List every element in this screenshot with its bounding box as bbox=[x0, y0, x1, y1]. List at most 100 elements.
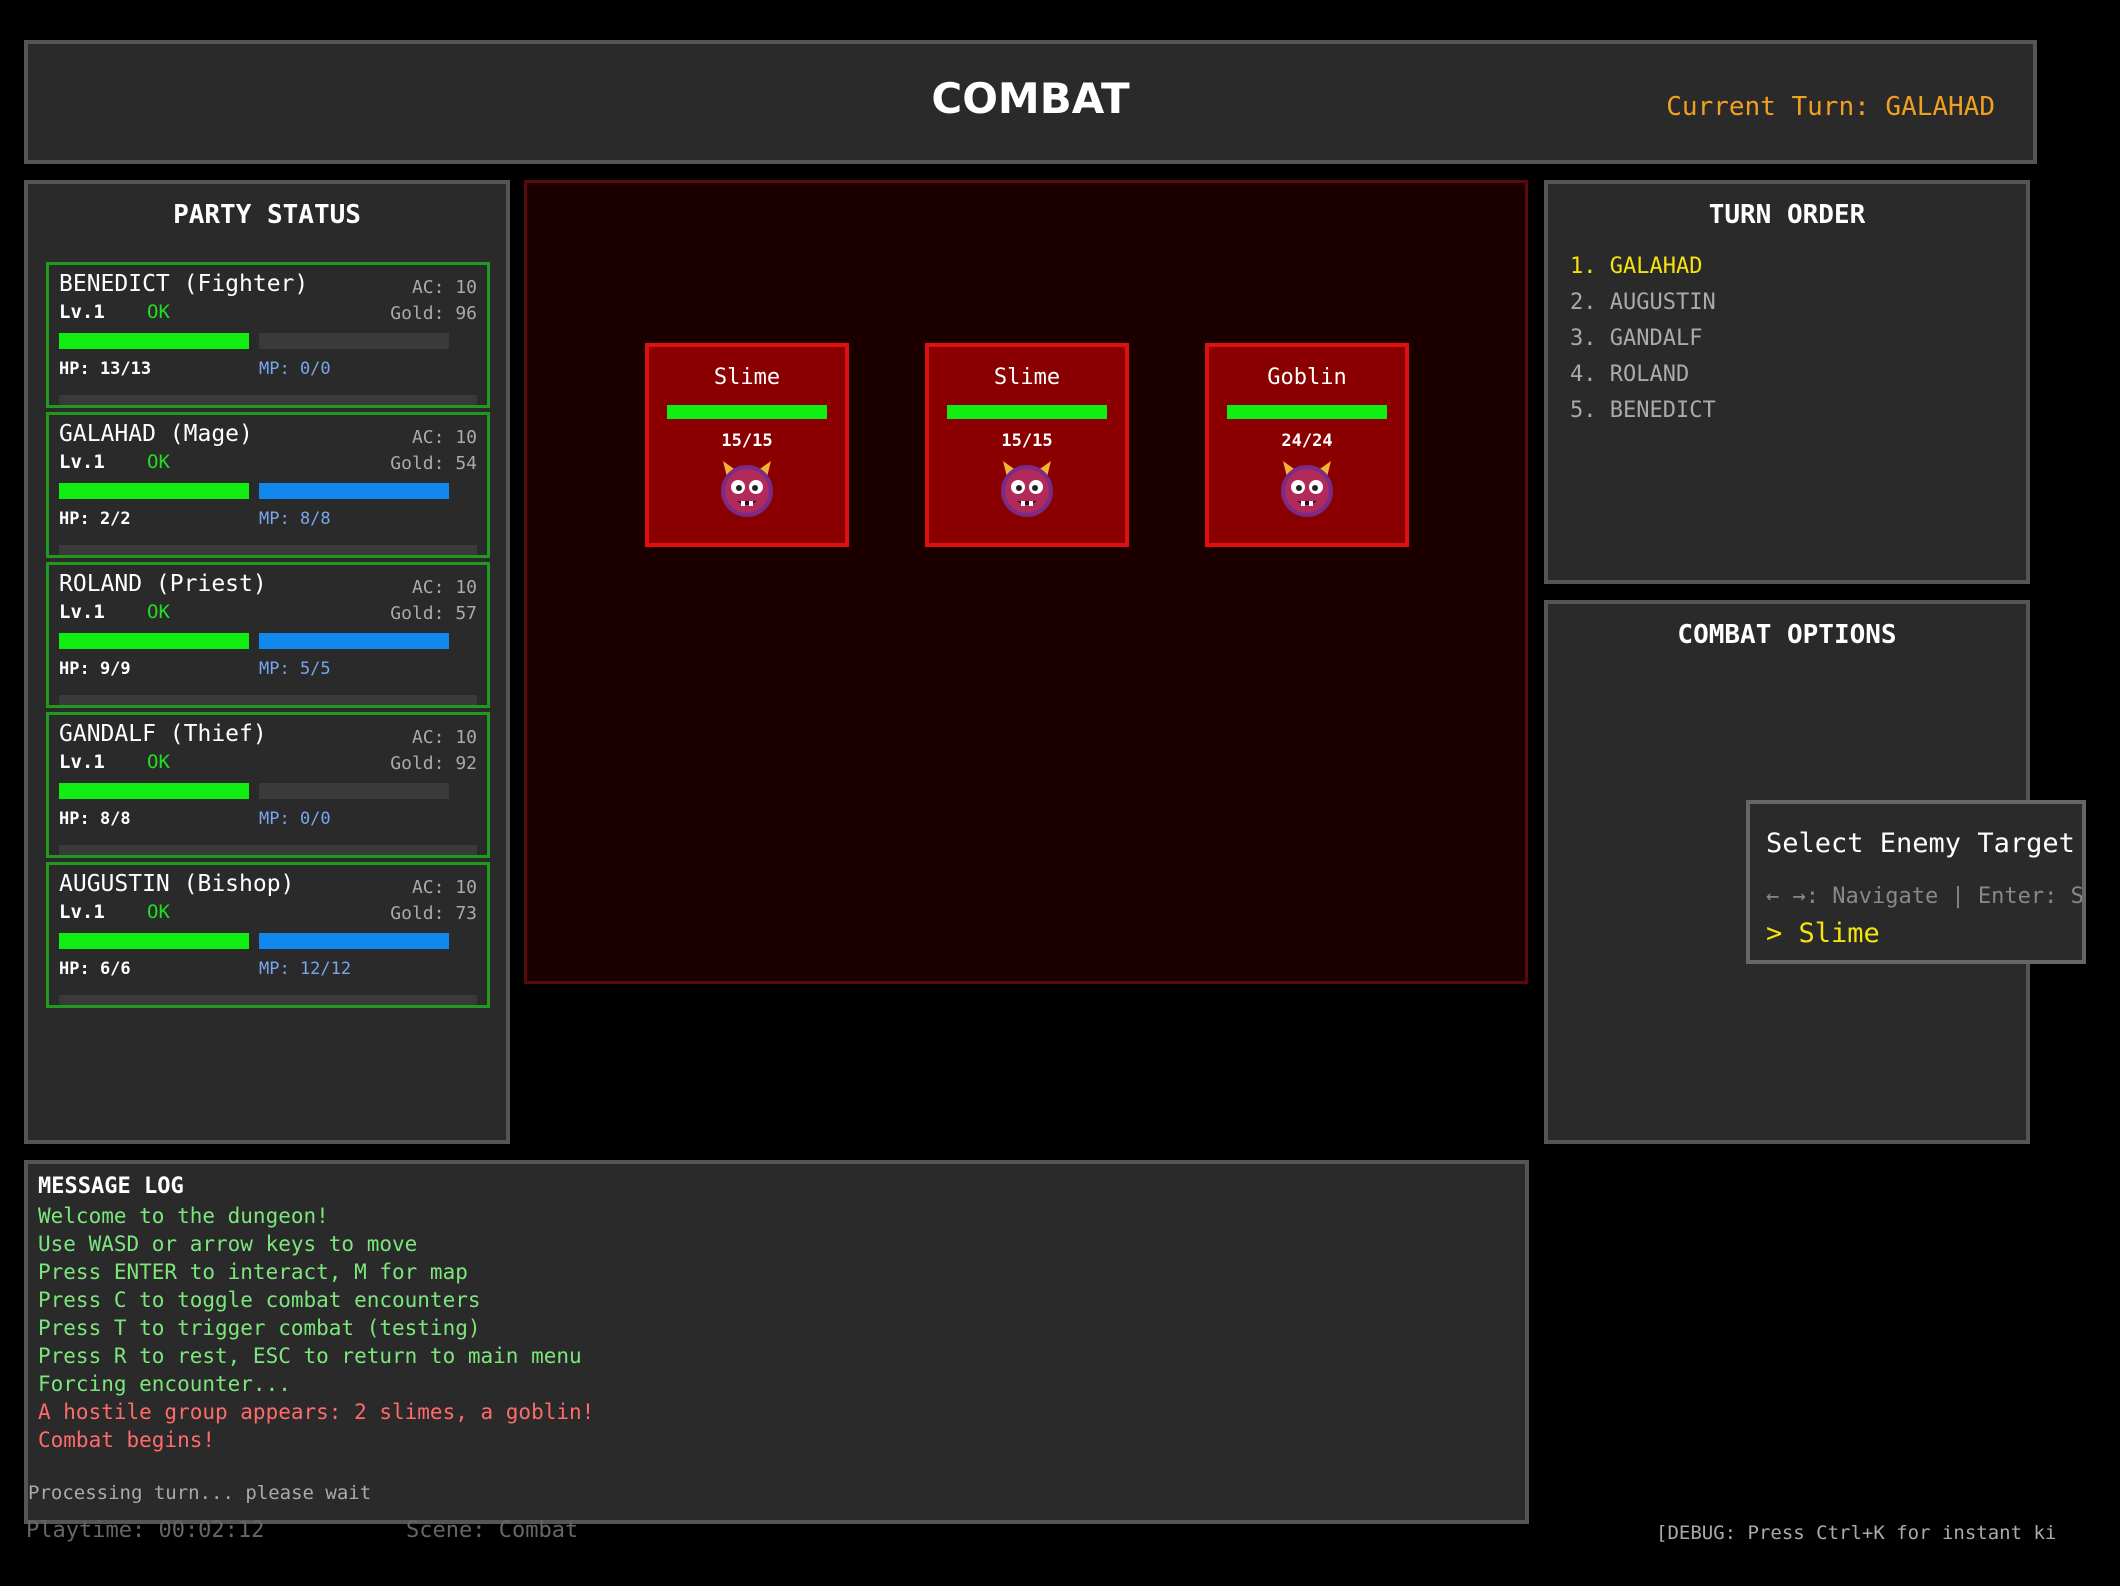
popup-title: Select Enemy Target bbox=[1766, 828, 2075, 859]
member-mp: MP: 8/8 bbox=[259, 509, 331, 529]
enemy-hp-bar bbox=[947, 405, 1107, 419]
turn-order-item: 5. BENEDICT bbox=[1570, 398, 1716, 423]
member-mp: MP: 0/0 bbox=[259, 809, 331, 829]
message-log-lines: Welcome to the dungeon! Use WASD or arrow… bbox=[38, 1204, 594, 1456]
popup-hint: ← →: Navigate | Enter: Select bbox=[1766, 884, 2084, 909]
enemy-name: Slime bbox=[993, 365, 1061, 390]
member-ac: AC: 10 bbox=[411, 877, 477, 898]
mp-bar bbox=[259, 933, 449, 949]
playtime-label: Playtime: 00:02:12 bbox=[26, 1518, 265, 1543]
member-hp: HP: 2/2 bbox=[59, 509, 131, 529]
party-member-card: AUGUSTIN (Bishop) AC: 10 Lv.1 OK Gold: 73 HP:… bbox=[46, 862, 490, 1008]
current-turn-label: Current Turn: GALAHAD bbox=[1666, 92, 1995, 122]
member-mp: MP: 0/0 bbox=[259, 359, 331, 379]
log-line: Forcing encounter... bbox=[38, 1372, 291, 1396]
party-member-card: BENEDICT (Fighter) AC: 10 Lv.1 OK Gold: 96 HP… bbox=[46, 262, 490, 408]
member-gold: Gold: 54 bbox=[390, 453, 477, 474]
hp-bar bbox=[59, 783, 249, 799]
party-member-card: GALAHAD (Mage) AC: 10 Lv.1 OK Gold: 54 HP: 2/… bbox=[46, 412, 490, 558]
select-target-popup[interactable]: Select Enemy Target ← →: Navigate | Ente… bbox=[1746, 800, 2086, 964]
log-line: Combat begins! bbox=[38, 1428, 216, 1452]
turn-order-item: 3. GANDALF bbox=[1570, 326, 1703, 351]
mp-bar bbox=[259, 333, 449, 349]
log-line: Welcome to the dungeon! bbox=[38, 1204, 329, 1228]
log-line: Use WASD or arrow keys to move bbox=[38, 1232, 418, 1256]
member-level: Lv.1 bbox=[59, 751, 105, 773]
member-name: BENEDICT (Fighter) bbox=[59, 271, 309, 297]
member-level: Lv.1 bbox=[59, 301, 105, 323]
hp-bar bbox=[59, 333, 249, 349]
processing-status: Processing turn... please wait bbox=[28, 1482, 372, 1504]
selected-target-option[interactable]: > Slime bbox=[1766, 918, 1880, 949]
hp-bar bbox=[59, 483, 249, 499]
member-ac: AC: 10 bbox=[411, 427, 477, 448]
turn-order-title: TURN ORDER bbox=[1708, 200, 1866, 230]
member-name: ROLAND (Priest) bbox=[59, 571, 267, 597]
mp-bar bbox=[259, 633, 449, 649]
enemy-name: Goblin bbox=[1267, 365, 1347, 390]
member-ac: AC: 10 bbox=[411, 727, 477, 748]
member-name: GALAHAD (Mage) bbox=[59, 421, 253, 447]
member-ac: AC: 10 bbox=[411, 277, 477, 298]
member-level: Lv.1 bbox=[59, 901, 105, 923]
card-footer-bar bbox=[59, 545, 477, 555]
log-line: Press R to rest, ESC to return to main m… bbox=[38, 1344, 582, 1368]
party-status-panel: PARTY STATUS BENEDICT (Fighter) AC: 10 Lv.… bbox=[24, 180, 510, 1144]
member-name: AUGUSTIN (Bishop) bbox=[59, 871, 295, 897]
party-member-card: ROLAND (Priest) AC: 10 Lv.1 OK Gold: 57 HP: 9… bbox=[46, 562, 490, 708]
hp-bar bbox=[59, 933, 249, 949]
enemy-hp: 24/24 bbox=[1281, 431, 1333, 451]
enemy-hp: 15/15 bbox=[721, 431, 773, 451]
member-level: Lv.1 bbox=[59, 451, 105, 473]
member-gold: Gold: 73 bbox=[390, 903, 477, 924]
member-gold: Gold: 92 bbox=[390, 753, 477, 774]
battlefield: Slime 15/15 Slime 15/15 Goblin 24/24 bbox=[524, 180, 1528, 984]
member-status: OK bbox=[147, 751, 170, 773]
log-line: A hostile group appears: 2 slimes, a gob… bbox=[38, 1400, 595, 1424]
ogre-face-icon bbox=[1275, 457, 1339, 521]
hp-bar bbox=[59, 633, 249, 649]
member-hp: HP: 9/9 bbox=[59, 659, 131, 679]
turn-order-panel: TURN ORDER 1. GALAHAD 2. AUGUSTIN 3. GANDA… bbox=[1544, 180, 2030, 584]
member-status: OK bbox=[147, 451, 170, 473]
member-status: OK bbox=[147, 601, 170, 623]
mp-bar bbox=[259, 483, 449, 499]
member-mp: MP: 5/5 bbox=[259, 659, 331, 679]
enemy-card[interactable]: Slime 15/15 bbox=[645, 343, 849, 547]
member-level: Lv.1 bbox=[59, 601, 105, 623]
enemy-hp-bar bbox=[667, 405, 827, 419]
member-ac: AC: 10 bbox=[411, 577, 477, 598]
turn-order-list: 1. GALAHAD 2. AUGUSTIN 3. GANDALF 4. ROLAND… bbox=[1570, 254, 1716, 434]
log-line: Press ENTER to interact, M for map bbox=[38, 1260, 468, 1284]
turn-order-item: 4. ROLAND bbox=[1570, 362, 1690, 387]
member-gold: Gold: 96 bbox=[390, 303, 477, 324]
member-hp: HP: 6/6 bbox=[59, 959, 131, 979]
enemy-hp-bar bbox=[1227, 405, 1387, 419]
turn-order-item: 1. GALAHAD bbox=[1570, 254, 1703, 279]
member-name: GANDALF (Thief) bbox=[59, 721, 267, 747]
member-gold: Gold: 57 bbox=[390, 603, 477, 624]
card-footer-bar bbox=[59, 395, 477, 405]
header-bar: COMBAT Current Turn: GALAHAD bbox=[24, 40, 2037, 164]
card-footer-bar bbox=[59, 995, 477, 1005]
message-log-title: MESSAGE LOG bbox=[38, 1174, 184, 1199]
scene-label: Scene: Combat bbox=[406, 1518, 579, 1543]
enemy-card[interactable]: Slime 15/15 bbox=[925, 343, 1129, 547]
mp-bar bbox=[259, 783, 449, 799]
enemy-hp: 15/15 bbox=[1001, 431, 1053, 451]
card-footer-bar bbox=[59, 845, 477, 855]
card-footer-bar bbox=[59, 695, 477, 705]
enemy-name: Slime bbox=[713, 365, 781, 390]
member-status: OK bbox=[147, 301, 170, 323]
party-member-card: GANDALF (Thief) AC: 10 Lv.1 OK Gold: 92 HP: 8… bbox=[46, 712, 490, 858]
member-hp: HP: 8/8 bbox=[59, 809, 131, 829]
turn-order-item: 2. AUGUSTIN bbox=[1570, 290, 1716, 315]
enemy-card[interactable]: Goblin 24/24 bbox=[1205, 343, 1409, 547]
ogre-face-icon bbox=[715, 457, 779, 521]
ogre-face-icon bbox=[995, 457, 1059, 521]
combat-options-title: COMBAT OPTIONS bbox=[1677, 620, 1897, 650]
log-line: Press T to trigger combat (testing) bbox=[38, 1316, 481, 1340]
member-mp: MP: 12/12 bbox=[259, 959, 352, 979]
debug-hint: [DEBUG: Press Ctrl+K for instant kill] bbox=[1656, 1522, 2056, 1544]
member-status: OK bbox=[147, 901, 170, 923]
